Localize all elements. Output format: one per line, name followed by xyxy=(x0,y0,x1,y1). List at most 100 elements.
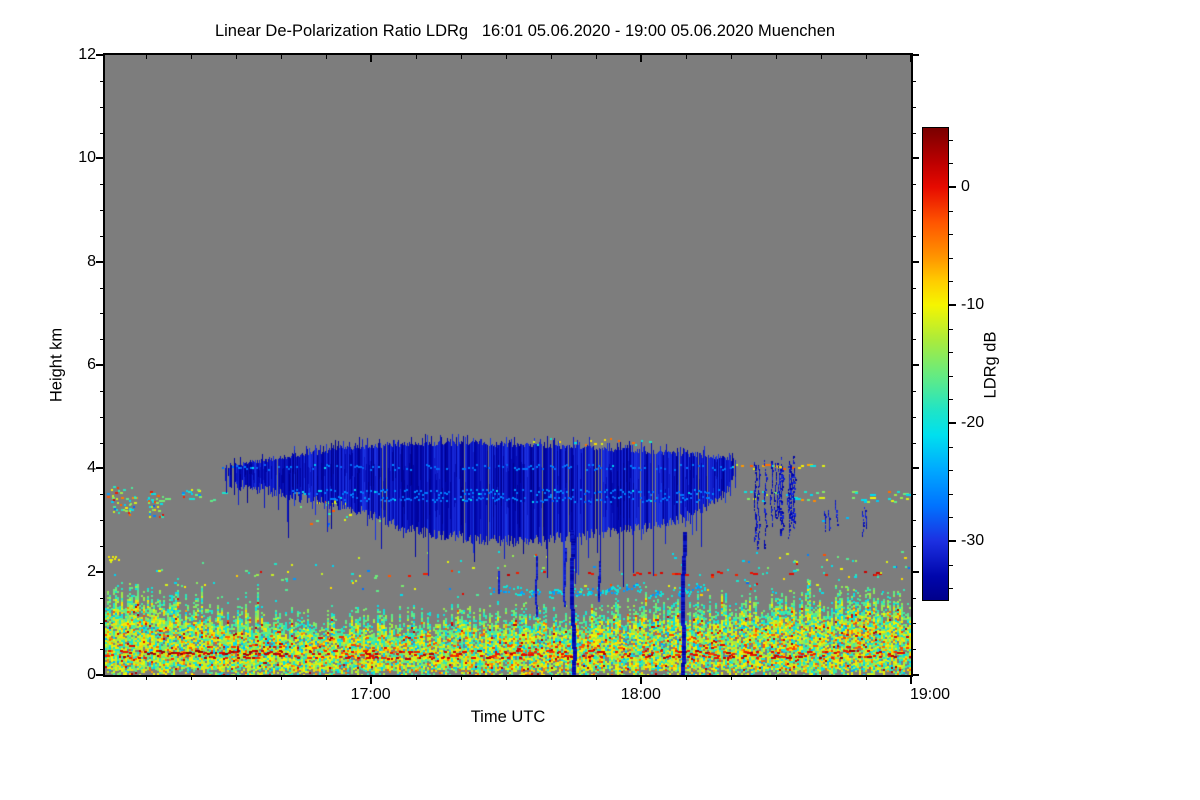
tick-mark xyxy=(949,470,953,472)
heatmap-canvas xyxy=(105,55,911,675)
tick-mark xyxy=(911,106,916,108)
tick-mark xyxy=(730,55,732,59)
tick-mark xyxy=(911,260,919,263)
tick-mark xyxy=(911,364,919,366)
tick-mark xyxy=(911,570,919,573)
tick-mark xyxy=(911,184,916,186)
tick-mark xyxy=(911,467,919,470)
tick-mark xyxy=(96,54,105,56)
tick-mark xyxy=(910,675,912,684)
tick-mark xyxy=(911,157,919,160)
tick-mark xyxy=(911,390,916,392)
tick-mark xyxy=(96,260,105,263)
tick-mark xyxy=(325,675,327,680)
chart-title: Linear De-Polarization Ratio LDRg 16:01 … xyxy=(214,22,836,40)
tick-mark xyxy=(949,328,953,330)
tick-mark xyxy=(911,235,916,237)
tick-mark xyxy=(865,675,867,680)
tick-mark xyxy=(369,55,372,62)
colorbar-tick-label: -10 xyxy=(961,296,985,313)
tick-mark xyxy=(595,675,597,680)
tick-mark xyxy=(911,287,916,289)
tick-mark xyxy=(369,675,372,684)
tick-mark xyxy=(911,674,919,676)
tick-mark xyxy=(100,649,105,651)
tick-mark xyxy=(100,339,105,341)
colorbar-tick-label: -20 xyxy=(961,414,985,431)
tick-mark xyxy=(415,675,417,680)
tick-mark xyxy=(949,446,953,448)
tick-mark xyxy=(96,570,105,573)
tick-mark xyxy=(949,493,953,495)
tick-mark xyxy=(96,467,105,470)
tick-mark xyxy=(820,55,822,59)
colorbar xyxy=(922,127,949,601)
colorbar-tick-label: 0 xyxy=(961,178,970,195)
tick-mark xyxy=(100,416,105,418)
tick-mark xyxy=(911,339,916,341)
tick-mark xyxy=(280,675,282,680)
tick-mark xyxy=(911,132,916,134)
tick-mark xyxy=(911,80,916,82)
y-tick-label: 12 xyxy=(78,46,96,63)
tick-mark xyxy=(460,55,462,59)
tick-mark xyxy=(145,55,147,59)
tick-mark xyxy=(911,313,916,315)
tick-mark xyxy=(639,675,642,684)
tick-mark xyxy=(100,80,105,82)
tick-mark xyxy=(685,55,687,59)
tick-mark xyxy=(949,186,956,188)
y-tick-label: 2 xyxy=(87,562,96,580)
tick-mark xyxy=(96,157,105,160)
tick-mark xyxy=(865,55,867,59)
colorbar-tick-label: -30 xyxy=(961,532,985,549)
tick-mark xyxy=(949,281,953,283)
tick-mark xyxy=(911,494,916,496)
tick-mark xyxy=(949,375,953,377)
tick-mark xyxy=(190,675,192,680)
tick-mark xyxy=(96,674,105,676)
tick-mark xyxy=(415,55,417,59)
tick-mark xyxy=(100,390,105,392)
tick-mark xyxy=(100,235,105,237)
tick-mark xyxy=(949,540,956,542)
y-tick-label: 8 xyxy=(87,252,96,270)
tick-mark xyxy=(911,623,916,625)
tick-mark xyxy=(949,422,956,424)
tick-mark xyxy=(505,55,507,59)
tick-mark xyxy=(100,597,105,599)
plot-area xyxy=(103,53,913,677)
tick-mark xyxy=(730,675,732,680)
tick-mark xyxy=(595,55,597,59)
tick-mark xyxy=(775,675,777,680)
tick-mark xyxy=(775,55,777,59)
ldr-time-height-figure: Linear De-Polarization Ratio LDRg 16:01 … xyxy=(0,0,1200,800)
x-tick-label: 18:00 xyxy=(620,686,661,703)
tick-mark xyxy=(949,210,953,212)
tick-mark xyxy=(100,494,105,496)
tick-mark xyxy=(911,416,916,418)
tick-mark xyxy=(949,517,953,519)
tick-mark xyxy=(949,352,953,354)
y-tick-label: 0 xyxy=(87,666,96,683)
y-tick-label: 4 xyxy=(87,459,96,477)
x-axis-label: Time UTC xyxy=(470,708,546,726)
tick-mark xyxy=(911,210,916,211)
x-tick-label: 17:00 xyxy=(350,686,391,703)
tick-mark xyxy=(949,163,953,165)
tick-mark xyxy=(550,675,552,680)
tick-mark xyxy=(949,399,953,401)
colorbar-label: LDRg dB xyxy=(981,331,1000,399)
tick-mark xyxy=(949,234,953,236)
tick-mark xyxy=(949,564,953,566)
tick-mark xyxy=(911,442,916,444)
tick-mark xyxy=(100,132,105,134)
tick-mark xyxy=(949,588,953,590)
x-tick-label: 19:00 xyxy=(909,686,951,703)
tick-mark xyxy=(235,675,237,680)
tick-mark xyxy=(911,520,916,521)
tick-mark xyxy=(505,675,507,680)
y-tick-label: 6 xyxy=(87,356,96,373)
tick-mark xyxy=(949,304,956,306)
tick-mark xyxy=(911,597,916,599)
